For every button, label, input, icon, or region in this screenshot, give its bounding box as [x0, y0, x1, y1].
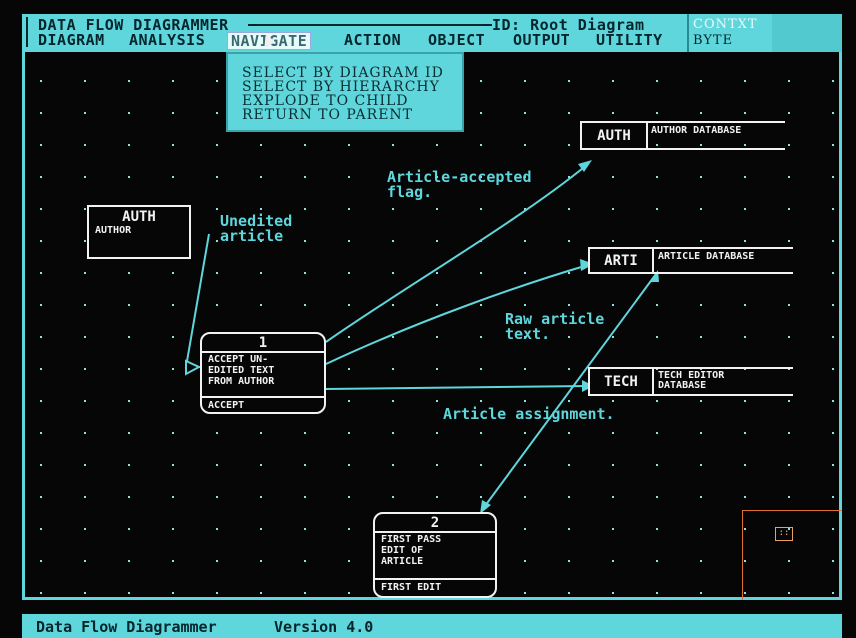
process-divider [375, 531, 495, 533]
store-name: ARTICLE DATABASE [658, 251, 755, 262]
store-id: TECH [604, 374, 638, 390]
process-desc-line: ACCEPT UN- [208, 354, 269, 365]
flow-label-assignment: Article assignment. [443, 405, 615, 423]
store-name: AUTHOR DATABASE [651, 125, 742, 136]
menu-option-select-by-hierarchy[interactable]: SELECT BY HIERARCHY [242, 80, 440, 94]
process-desc-line: FIRST PASS [381, 534, 442, 545]
process-divider [375, 578, 495, 580]
store-id-box: TECH [588, 367, 654, 396]
process-2[interactable]: 2 FIRST PASS EDIT OF ARTICLE FIRST EDIT [373, 512, 497, 598]
process-desc-line: FROM AUTHOR [208, 376, 275, 387]
navigate-dropdown: SELECT BY DIAGRAM ID SELECT BY HIERARCHY… [226, 52, 464, 132]
process-1[interactable]: 1 ACCEPT UN- EDITED TEXT FROM AUTHOR ACC… [200, 332, 326, 414]
dfd-screen: DATA FLOW DIAGRAMMER ID: Root Diagram DI… [0, 0, 856, 638]
process-desc-line: EDITED TEXT [208, 365, 275, 376]
flow-label-unedited: article [220, 227, 284, 245]
status-app-name: Data Flow Diagrammer [36, 618, 217, 636]
menu-option-return-to-parent[interactable]: RETURN TO PARENT [242, 108, 413, 122]
external-entity-author[interactable]: AUTH AUTHOR [87, 205, 191, 259]
store-id: AUTH [597, 128, 631, 144]
process-desc-line: EDIT OF [381, 545, 424, 556]
flow-label-accepted: flag. [387, 183, 433, 201]
store-id-box: ARTI [588, 247, 654, 274]
process-number: 1 [258, 335, 268, 351]
process-number: 2 [430, 515, 440, 531]
status-bar: Data Flow Diagrammer Version 4.0 [22, 614, 842, 638]
entity-id: AUTH [122, 209, 156, 225]
flow-tech-line[interactable] [325, 385, 589, 390]
store-id: ARTI [604, 253, 638, 269]
entity-name: AUTHOR [95, 225, 132, 236]
store-name: DATABASE [658, 380, 707, 391]
process-desc-line: ARTICLE [381, 556, 424, 567]
menu-option-explode-to-child[interactable]: EXPLODE TO CHILD [242, 94, 409, 108]
process-divider [202, 396, 324, 398]
store-id-box: AUTH [580, 121, 648, 150]
overview-minimap[interactable]: :: [742, 510, 842, 600]
status-version: Version 4.0 [274, 618, 374, 636]
minimap-viewport[interactable]: :: [775, 527, 793, 541]
flow-label-raw: text. [505, 325, 551, 343]
process-divider [202, 351, 324, 353]
process-footer: FIRST EDIT [381, 582, 442, 593]
menu-option-select-by-diagram-id[interactable]: SELECT BY DIAGRAM ID [242, 66, 444, 80]
arrowhead-unedited [185, 359, 202, 376]
process-footer: ACCEPT [208, 400, 245, 411]
